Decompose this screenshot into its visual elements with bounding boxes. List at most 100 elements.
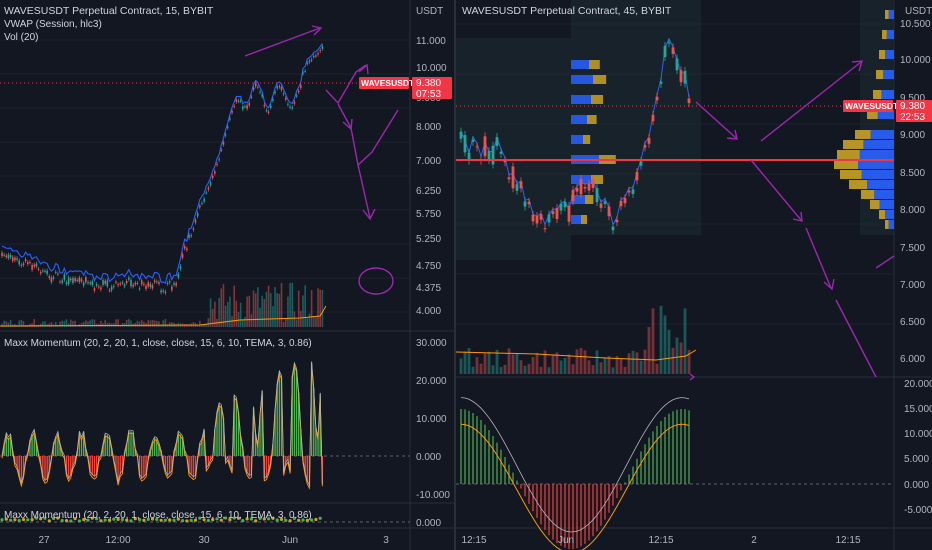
candle-body <box>623 198 627 204</box>
volume-profile-bar <box>863 140 894 149</box>
osc-tick-label: 10.000 <box>904 429 932 440</box>
left-osc1-legend[interactable]: Maxx Momentum (20, 2, 20, 1, close, clos… <box>4 337 312 350</box>
candle-body <box>239 100 242 102</box>
candle-body <box>80 279 83 282</box>
candle-body <box>306 62 309 64</box>
volume-bar <box>671 347 675 374</box>
candle-body <box>285 97 287 100</box>
volume-bar <box>104 320 106 327</box>
volume-bar <box>319 289 321 327</box>
candle-body <box>655 96 659 101</box>
volume-legend[interactable]: Vol (20) <box>4 31 38 44</box>
volume-profile-bar <box>571 75 593 84</box>
candle-body <box>125 281 128 284</box>
volume-profile-bar <box>571 115 587 124</box>
volume-profile-bar <box>870 200 880 209</box>
last-price-label: 9.380 <box>900 101 925 112</box>
right-chart-pane[interactable]: 10.500 10.000 9.500 9.000 8.500 8.000 7.500 7.0… <box>456 0 932 550</box>
candle-body <box>310 59 313 61</box>
volume-bar <box>591 365 595 374</box>
momentum-dot <box>314 517 318 522</box>
volume-bar <box>276 292 278 327</box>
candle-body <box>175 283 177 286</box>
momentum-line <box>460 397 690 533</box>
volume-profile-bar <box>571 135 583 144</box>
osc-tick-label: 5.000 <box>904 454 929 465</box>
volume-bar <box>511 354 515 374</box>
candle-body <box>246 105 248 109</box>
volume-bar <box>310 290 313 327</box>
candle-body <box>291 107 294 109</box>
volume-profile-bar <box>881 90 894 99</box>
candle-body <box>319 50 321 52</box>
candle-body <box>128 277 130 280</box>
candle-body <box>627 190 631 193</box>
volume-profile-bar <box>888 10 894 19</box>
price-tick-label: 10.500 <box>900 19 931 30</box>
candle-body <box>535 215 539 224</box>
volume-bar <box>158 321 160 327</box>
volume-bar <box>635 352 639 374</box>
right-chart-title[interactable]: WAVESUSDT Perpetual Contract, 45, BYBIT <box>462 5 671 18</box>
volume-bar <box>663 315 667 374</box>
volume-bar <box>471 366 475 374</box>
volume-profile-bar <box>870 130 894 139</box>
countdown-label: 22:53 <box>900 112 925 123</box>
candle-body <box>237 100 240 102</box>
candle-body <box>591 178 595 189</box>
candle-body <box>575 187 579 192</box>
candle-body <box>214 171 216 174</box>
volume-bar <box>300 310 302 327</box>
left-chart-canvas[interactable]: 11.00010.0009.0008.0007.0006.2505.7505.2… <box>0 0 454 550</box>
candle-body <box>475 146 479 148</box>
candle-body <box>671 47 675 54</box>
candle-body <box>287 103 289 105</box>
candle-body <box>667 42 671 44</box>
candle-body <box>659 81 663 84</box>
volume-bar <box>156 320 158 327</box>
volume-bar <box>304 285 306 327</box>
candle-body <box>563 202 567 208</box>
momentum-signal-line <box>460 423 690 550</box>
volume-bar <box>587 360 591 374</box>
volume-profile-bar <box>593 75 607 84</box>
candle-body <box>459 131 463 139</box>
volume-bar <box>321 289 324 327</box>
candle-body <box>218 159 220 161</box>
volume-bar <box>595 350 599 374</box>
candle-body <box>61 280 63 283</box>
volume-bar <box>312 316 315 327</box>
volume-bar <box>162 320 165 327</box>
volume-bar <box>659 305 663 374</box>
candle-body <box>14 257 16 261</box>
candle-body <box>295 95 298 97</box>
candle-body <box>145 285 147 290</box>
candle-body <box>31 265 33 270</box>
price-tick-label: 10.000 <box>900 55 931 66</box>
vwap-legend[interactable]: VWAP (Session, hlc3) <box>4 18 102 31</box>
volume-bar <box>317 288 319 327</box>
volume-bar <box>100 320 102 327</box>
momentum-signal-line <box>1 364 323 490</box>
price-tick-label: 8.000 <box>416 122 441 133</box>
momentum-line <box>1 361 323 487</box>
currency-label: USDT <box>905 6 932 17</box>
candle-body <box>63 274 66 280</box>
left-chart-title[interactable]: WAVESUSDT Perpetual Contract, 15, BYBIT <box>4 5 213 18</box>
candle-body <box>471 139 475 142</box>
candle-body <box>611 226 615 231</box>
candle-body <box>205 192 208 194</box>
volume-bar <box>108 322 111 327</box>
candle-body <box>65 282 68 284</box>
last-price-label: 9.380 <box>416 78 441 89</box>
volume-bar <box>603 357 607 374</box>
candle-body <box>282 93 285 95</box>
left-osc2-legend[interactable]: Maxx Momentum (20, 2, 20, 1, close, clos… <box>4 509 312 522</box>
right-chart-canvas[interactable]: 10.50010.0009.5009.0008.5008.0007.5007.0… <box>456 0 932 550</box>
volume-bar <box>459 358 463 374</box>
down-arrow-drawing <box>695 101 737 139</box>
candle-body <box>531 214 535 222</box>
candle-body <box>46 270 48 275</box>
left-chart-pane[interactable]: 11.00010.0009.0008.0007.0006.2505.7505.2… <box>0 0 454 550</box>
volume-bar <box>237 312 240 327</box>
